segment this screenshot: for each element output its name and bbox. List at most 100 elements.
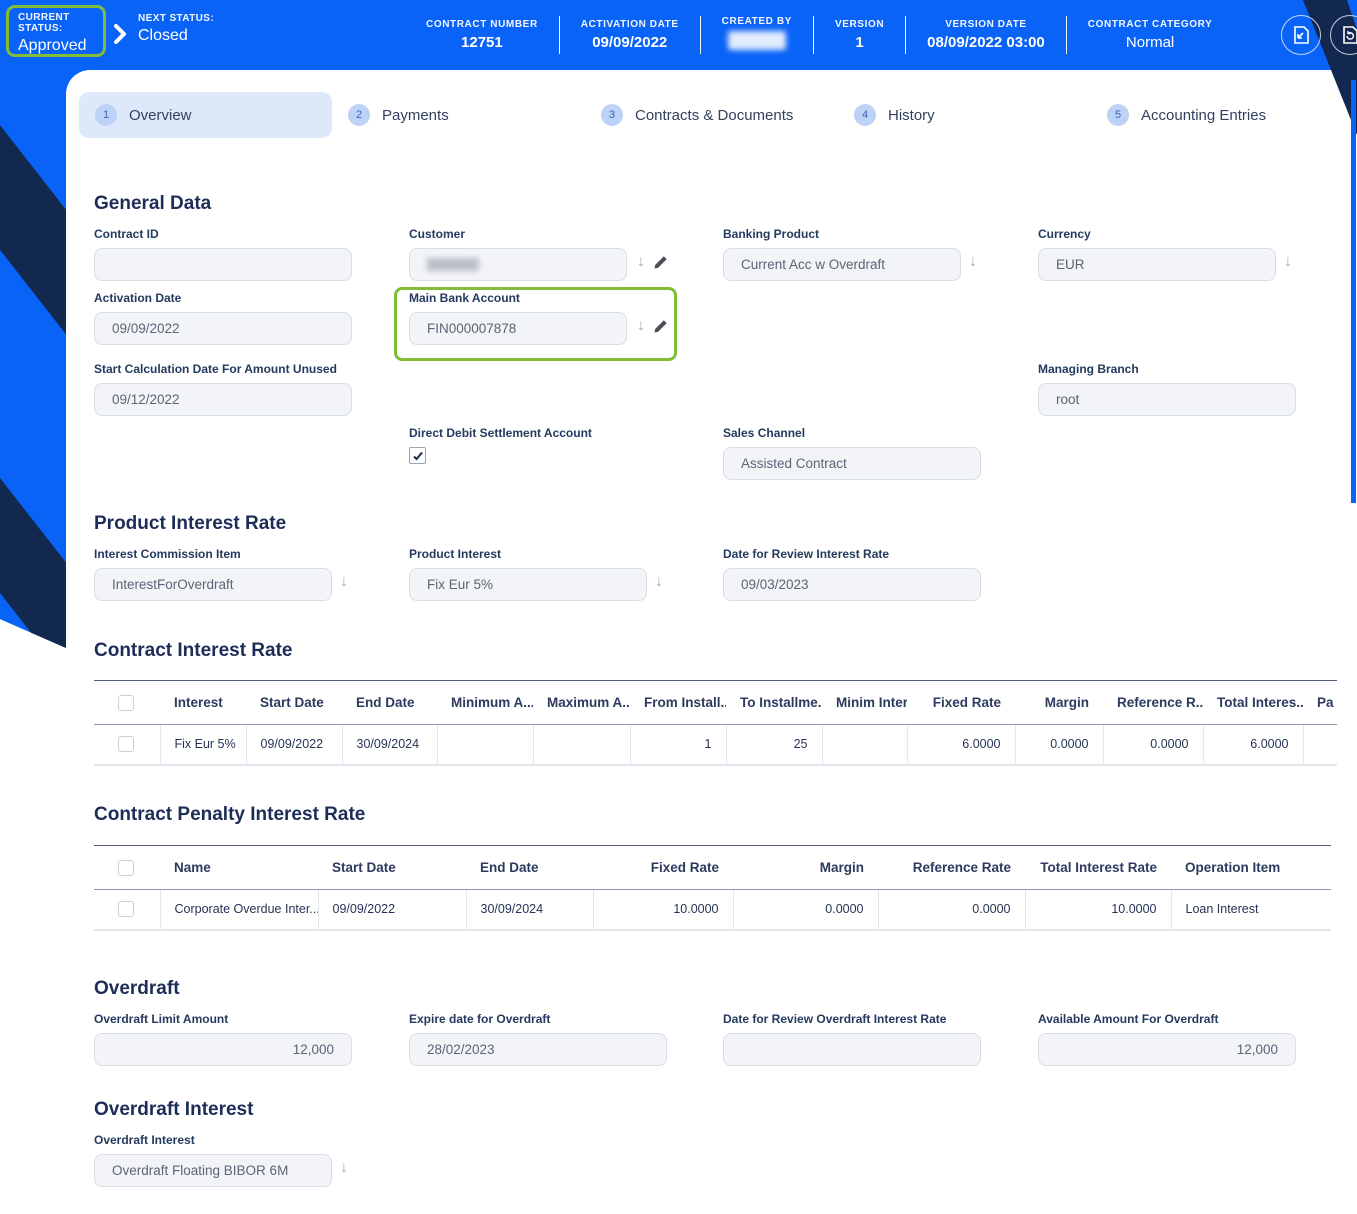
col-pa: Pa <box>1303 680 1337 725</box>
cell-minimum-amount <box>437 724 534 766</box>
tab-number-badge: 5 <box>1107 104 1129 126</box>
edit-pencil-icon[interactable] <box>653 255 668 270</box>
interest-commission-item-select[interactable]: InterestForOverdraft <box>94 568 332 601</box>
activation-date-value: 09/09/2022 <box>592 34 668 51</box>
date-review-interest-input[interactable]: 09/03/2023 <box>723 568 981 601</box>
overdraft-interest-title: Overdraft Interest <box>94 1099 254 1120</box>
sales-channel-field: Sales Channel Assisted Contract <box>723 426 981 480</box>
col-start-date: Start Date <box>318 845 466 890</box>
dropdown-arrow-icon[interactable]: ↓ <box>637 254 645 270</box>
activation-date: ACTIVATION DATE 09/09/2022 <box>560 19 700 51</box>
table-row[interactable]: Corporate Overdue Inter... 09/09/2022 30… <box>94 889 1331 931</box>
product-interest-value: Fix Eur 5% <box>427 577 494 592</box>
col-to-installment: To Installme... <box>726 680 822 725</box>
current-status-value: Approved <box>18 37 87 54</box>
overdraft-interest-label: Overdraft Interest <box>94 1133 195 1147</box>
customer-input[interactable] <box>409 248 627 281</box>
table-header-row: Interest Start Date End Date Minimum A..… <box>94 680 1337 725</box>
col-minimum-amount: Minimum A... <box>437 680 533 725</box>
dropdown-arrow-icon[interactable]: ↓ <box>969 254 977 270</box>
tab-payments[interactable]: 2 Payments <box>332 92 585 138</box>
start-calc-date-label: Start Calculation Date For Amount Unused <box>94 362 337 376</box>
check-icon <box>412 451 423 460</box>
export-document-icon <box>1294 26 1309 44</box>
cell-interest: Fix Eur 5% <box>160 724 247 766</box>
main-bank-account-input[interactable]: FIN000007878 <box>409 312 627 345</box>
product-interest-rate-title: Product Interest Rate <box>94 513 287 534</box>
col-from-installment: From Install... <box>630 680 726 725</box>
currency-value: EUR <box>1056 257 1085 272</box>
contract-penalty-interest-rate-table: Name Start Date End Date Fixed Rate Marg… <box>94 845 1337 931</box>
cell-total-interest-rate: 10.0000 <box>1025 889 1172 931</box>
product-interest-field: Product Interest Fix Eur 5% ↓ <box>409 547 663 601</box>
contract-category-value: Normal <box>1125 34 1175 51</box>
cell-operation-item: Loan Interest <box>1171 889 1331 931</box>
cell-fixed-rate: 10.0000 <box>593 889 734 931</box>
row-checkbox[interactable] <box>118 901 134 918</box>
select-all-checkbox[interactable] <box>118 859 134 876</box>
dropdown-arrow-icon[interactable]: ↓ <box>637 318 645 334</box>
tab-overview[interactable]: 1 Overview <box>79 92 332 138</box>
select-all-checkbox[interactable] <box>118 694 134 711</box>
activation-date-field-value: 09/09/2022 <box>112 321 180 336</box>
managing-branch-input[interactable]: root <box>1038 383 1296 416</box>
overdraft-review-date-input[interactable] <box>723 1033 981 1066</box>
col-operation-item: Operation Item <box>1171 845 1331 890</box>
contract-id-input[interactable] <box>94 248 352 281</box>
col-reference-rate: Reference R... <box>1103 680 1203 725</box>
sales-channel-input[interactable]: Assisted Contract <box>723 447 981 480</box>
overdraft-available-input[interactable]: 12,000 <box>1038 1033 1296 1066</box>
cell-start-date: 09/09/2022 <box>318 889 467 931</box>
dropdown-arrow-icon[interactable]: ↓ <box>340 1160 348 1176</box>
currency-select[interactable]: EUR <box>1038 248 1276 281</box>
table-row[interactable]: Fix Eur 5% 09/09/2022 30/09/2024 1 25 6.… <box>94 724 1337 766</box>
overdraft-available-label: Available Amount For Overdraft <box>1038 1012 1219 1026</box>
current-status-label: CURRENT STATUS: <box>18 12 70 34</box>
overdraft-available-field: Available Amount For Overdraft 12,000 <box>1038 1012 1296 1066</box>
managing-branch-label: Managing Branch <box>1038 362 1139 376</box>
cell-reference-rate: 0.0000 <box>878 889 1026 931</box>
overdraft-expire-field: Expire date for Overdraft 28/02/2023 <box>409 1012 667 1066</box>
export-document-button[interactable] <box>1281 15 1321 55</box>
created-by-value-redacted <box>727 31 786 50</box>
tab-number-badge: 3 <box>601 104 623 126</box>
currency-field: Currency EUR ↓ <box>1038 227 1292 281</box>
tab-contracts-documents[interactable]: 3 Contracts & Documents <box>585 92 838 138</box>
dropdown-arrow-icon[interactable]: ↓ <box>655 574 663 590</box>
direct-debit-field: Direct Debit Settlement Account <box>409 426 667 464</box>
version-date-label: VERSION DATE <box>945 19 1027 30</box>
row-checkbox[interactable] <box>118 736 134 753</box>
tab-accounting-entries[interactable]: 5 Accounting Entries <box>1091 92 1344 138</box>
col-reference-rate: Reference Rate <box>878 845 1025 890</box>
activation-date-field-label: Activation Date <box>94 291 182 305</box>
overdraft-expire-label: Expire date for Overdraft <box>409 1012 551 1026</box>
customer-label: Customer <box>409 227 466 241</box>
chevron-right-icon <box>113 24 127 49</box>
col-end-date: End Date <box>342 680 437 725</box>
dropdown-arrow-icon[interactable]: ↓ <box>340 574 348 590</box>
col-end-date: End Date <box>466 845 593 890</box>
direct-debit-checkbox[interactable] <box>409 447 426 464</box>
interest-commission-item-label: Interest Commission Item <box>94 547 241 561</box>
cell-start-date: 09/09/2022 <box>246 724 343 766</box>
banking-product-value: Current Acc w Overdraft <box>741 257 886 272</box>
banking-product-select[interactable]: Current Acc w Overdraft <box>723 248 961 281</box>
dropdown-arrow-icon[interactable]: ↓ <box>1284 254 1292 270</box>
overdraft-expire-input[interactable]: 28/02/2023 <box>409 1033 667 1066</box>
contract-category: CONTRACT CATEGORY Normal <box>1067 19 1234 51</box>
activation-date-input[interactable]: 09/09/2022 <box>94 312 352 345</box>
overdraft-interest-select[interactable]: Overdraft Floating BIBOR 6M <box>94 1154 332 1187</box>
edit-pencil-icon[interactable] <box>653 319 668 334</box>
product-interest-select[interactable]: Fix Eur 5% <box>409 568 647 601</box>
contract-id-label: Contract ID <box>94 227 159 241</box>
start-calc-date-input[interactable]: 09/12/2022 <box>94 383 352 416</box>
tab-history[interactable]: 4 History <box>838 92 1091 138</box>
tab-label: Payments <box>382 106 449 124</box>
col-minim-interest: Minim Inter... <box>822 680 907 725</box>
overdraft-limit-input[interactable]: 12,000 <box>94 1033 352 1066</box>
contract-penalty-interest-rate-title: Contract Penalty Interest Rate <box>94 804 366 825</box>
sales-channel-label: Sales Channel <box>723 426 806 440</box>
vertical-scrollbar[interactable] <box>1351 80 1356 503</box>
cell-end-date: 30/09/2024 <box>466 889 594 931</box>
cell-reference-rate: 0.0000 <box>1103 724 1204 766</box>
